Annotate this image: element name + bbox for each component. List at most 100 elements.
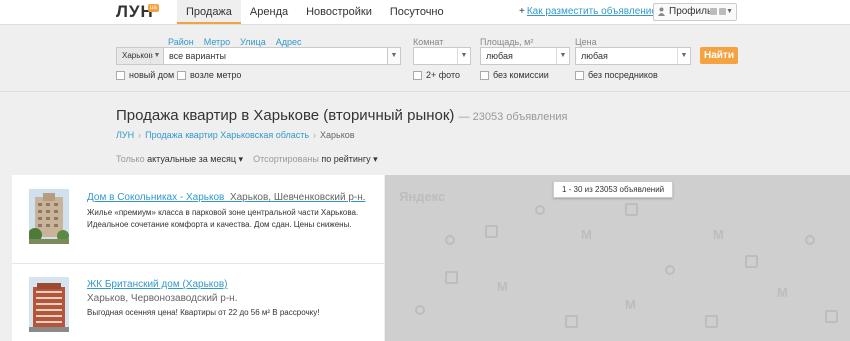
chevron-down-icon: ▼	[150, 48, 163, 64]
nav-daily[interactable]: Посуточно	[381, 0, 453, 24]
breadcrumb: ЛУН › Продажа квартир Харьковская область ›…	[116, 130, 355, 140]
breadcrumb-current: Харьков	[320, 130, 355, 140]
list-item[interactable]: Дом в Сокольниках - Харьков Харьков, Шев…	[12, 175, 384, 263]
area-label: Площадь, м²	[480, 37, 534, 47]
price-select[interactable]: любая ▼	[575, 47, 691, 65]
metro-icon: M	[625, 297, 636, 312]
chevron-down-icon: ▼	[677, 48, 690, 64]
nav-sale[interactable]: Продажа	[177, 0, 241, 24]
top-bar: ЛУН ua Продажа Аренда Новостройки Посуто…	[0, 0, 850, 25]
bus-stop-icon	[565, 315, 578, 328]
checkbox-box[interactable]	[177, 70, 186, 80]
checkbox-no-intermediaries[interactable]: без посредников	[575, 70, 658, 80]
link-address[interactable]: Адрес	[276, 37, 302, 47]
listing-location: Харьков, Червонозаводский р-н.	[87, 293, 238, 304]
breadcrumb-home[interactable]: ЛУН	[116, 130, 134, 140]
rooms-select[interactable]: ▼	[413, 47, 471, 65]
sort-bar: Только актуальные за месяц ▾ Отсортирова…	[116, 154, 378, 165]
checkbox-label: возле метро	[190, 70, 242, 80]
breadcrumb-separator: ›	[313, 130, 317, 140]
checkbox-box[interactable]	[413, 70, 422, 80]
nav-new-buildings[interactable]: Новостройки	[297, 0, 381, 24]
chevron-down-icon: ▼	[726, 8, 733, 15]
location-links: Район Метро Улица Адрес	[168, 37, 301, 47]
filter-period-value: актуальные за месяц	[147, 154, 237, 164]
listing-title-link[interactable]: Дом в Сокольниках - Харьков Харьков, Шев…	[87, 192, 366, 203]
checkbox-box[interactable]	[116, 70, 125, 80]
checkbox-new-house[interactable]: новый дом	[116, 70, 174, 80]
listing-location: Харьков, Шевченковский р-н.	[229, 192, 366, 203]
listing-title: Дом в Сокольниках - Харьков	[87, 192, 225, 203]
breadcrumb-separator: ›	[138, 130, 142, 140]
user-icon	[658, 7, 665, 16]
checkbox-near-metro[interactable]: возле метро	[177, 70, 241, 80]
page-title-text: Продажа квартир в Харькове (вторичный ры…	[116, 107, 455, 124]
checkbox-box[interactable]	[480, 70, 489, 80]
list-item[interactable]: ЖК Британский дом (Харьков) Харьков, Чер…	[12, 264, 384, 341]
checkbox-label: без посредников	[588, 70, 658, 80]
bus-stop-icon	[625, 203, 638, 216]
listing-count: — 23053 объявления	[458, 111, 568, 123]
bus-stop-icon	[705, 315, 718, 328]
checkbox-photos[interactable]: 2+ фото	[413, 70, 460, 80]
city-select[interactable]: Харьков ▼	[116, 47, 164, 65]
area-select[interactable]: любая ▼	[480, 47, 570, 65]
listing-photo[interactable]	[29, 189, 69, 244]
logo-badge: ua	[148, 4, 159, 12]
map-results-badge: 1 - 30 из 23053 объявлений	[553, 181, 674, 198]
listing-title-link[interactable]: ЖК Британский дом (Харьков)	[87, 279, 228, 290]
checkbox-label: 2+ фото	[426, 70, 461, 80]
metro-icon: M	[581, 227, 592, 242]
metro-icon: M	[497, 279, 508, 294]
bus-stop-icon	[445, 271, 458, 284]
how-to-post-link[interactable]: + Как разместить объявление?	[519, 6, 662, 17]
sort-dropdown[interactable]: по рейтингу ▾	[321, 154, 377, 164]
city-value: Харьков	[122, 51, 153, 60]
search-filters: Район Метро Улица Адрес Комнат Площадь, …	[0, 25, 850, 92]
area-value: любая	[486, 51, 513, 61]
link-district[interactable]: Район	[168, 37, 194, 47]
plus-icon: +	[519, 6, 525, 17]
checkbox-no-commission[interactable]: без комиссии	[480, 70, 549, 80]
social-icon-1[interactable]	[710, 8, 717, 15]
page-title: Продажа квартир в Харькове (вторичный ры…	[116, 107, 567, 124]
breadcrumb-region[interactable]: Продажа квартир Харьковская область	[145, 130, 309, 140]
how-to-post-label: Как разместить объявление?	[526, 6, 663, 17]
sort-value: по рейтингу	[321, 154, 371, 164]
listing-description: Жилье «премиум» класса в парковой зоне ц…	[87, 208, 359, 229]
chevron-down-icon: ▼	[556, 48, 569, 64]
price-value: любая	[581, 51, 608, 61]
map-watermark: Яндекс	[399, 189, 446, 204]
metro-icon: M	[713, 227, 724, 242]
map-pin-icon	[535, 205, 545, 215]
map-pin-icon	[805, 235, 815, 245]
chevron-down-icon: ▼	[457, 48, 470, 64]
checkbox-label: без комиссии	[493, 70, 549, 80]
bus-stop-icon	[825, 310, 838, 323]
search-input[interactable]: все варианты	[163, 47, 401, 65]
map-pin-icon	[415, 305, 425, 315]
checkbox-box[interactable]	[575, 70, 584, 80]
search-value: все варианты	[169, 51, 226, 61]
listing-title: ЖК Британский дом (Харьков)	[87, 279, 228, 290]
bus-stop-icon	[745, 255, 758, 268]
map[interactable]: Яндекс M M M M M 1 - 30 из 23053 объявле…	[385, 175, 850, 341]
search-dropdown-button[interactable]: ▼	[387, 47, 401, 65]
profile-button[interactable]: Профиль ▼	[653, 3, 737, 21]
listing-photo[interactable]	[29, 277, 69, 332]
metro-icon: M	[777, 285, 788, 300]
find-button[interactable]: Найти	[700, 47, 738, 64]
checkbox-label: новый дом	[129, 70, 175, 80]
link-street[interactable]: Улица	[240, 37, 266, 47]
social-icon-2[interactable]	[719, 8, 726, 15]
map-pin-icon	[665, 265, 675, 275]
filter-period-dropdown[interactable]: актуальные за месяц ▾	[147, 154, 243, 164]
map-pin-icon	[445, 235, 455, 245]
price-label: Цена	[575, 37, 597, 47]
link-metro[interactable]: Метро	[204, 37, 230, 47]
rooms-label: Комнат	[413, 37, 444, 47]
listing-description: Выгодная осенняя цена! Квартиры от 22 до…	[87, 308, 320, 317]
nav-rent[interactable]: Аренда	[241, 0, 297, 24]
bus-stop-icon	[485, 225, 498, 238]
profile-label: Профиль	[669, 6, 713, 17]
